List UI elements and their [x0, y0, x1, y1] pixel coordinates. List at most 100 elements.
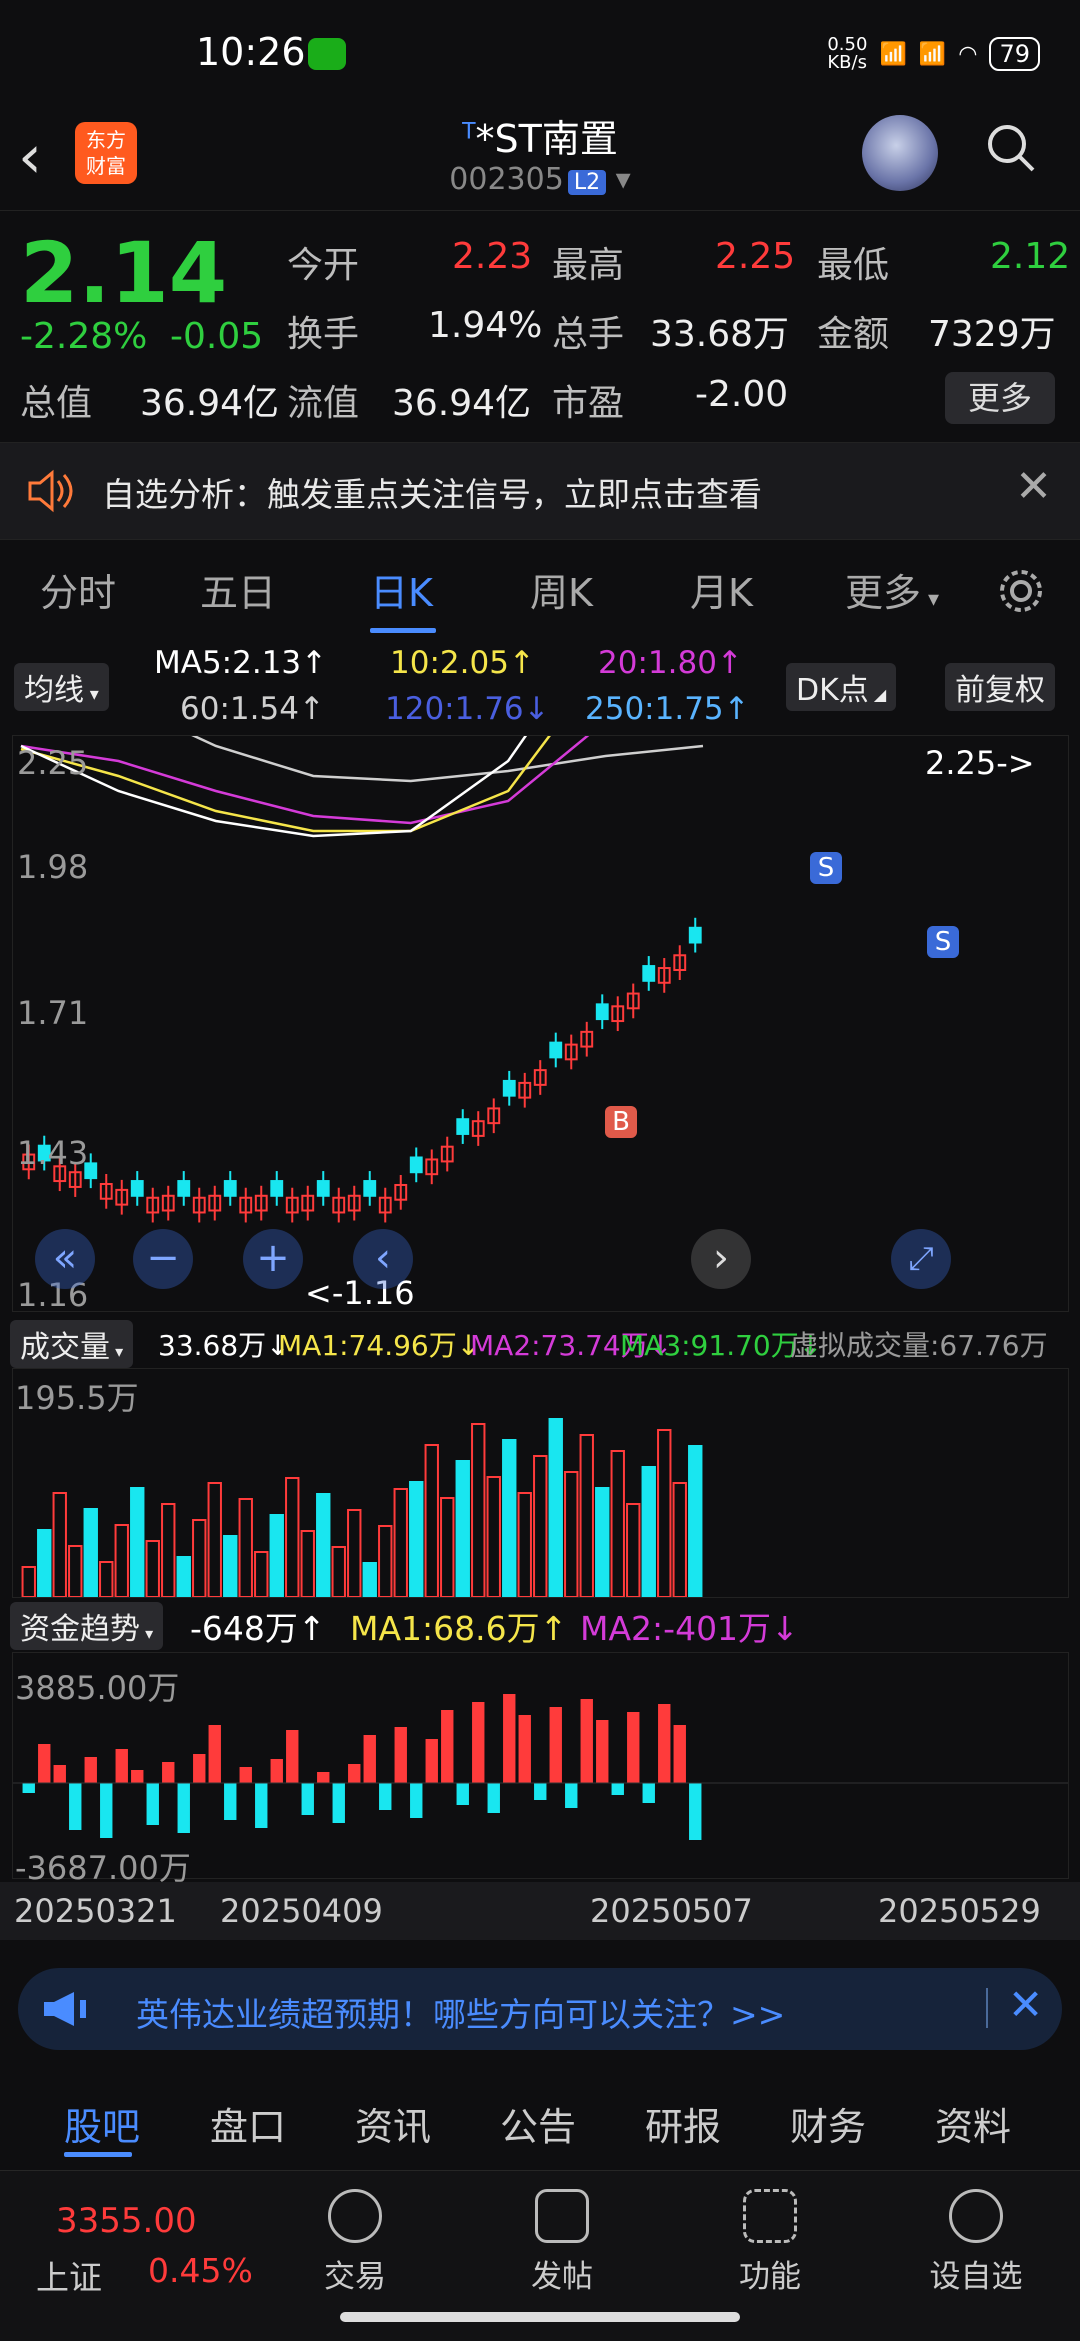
volume-bar: [207, 1482, 222, 1598]
nav-post[interactable]: 发帖: [492, 2179, 632, 2296]
fund-bar: [518, 1715, 531, 1783]
nav-post-label: 发帖: [531, 2259, 593, 2295]
candle-body: [316, 1180, 330, 1197]
volume-bar: [161, 1503, 176, 1598]
tab-daily-k[interactable]: 日K: [370, 562, 433, 617]
tab-research[interactable]: 研报: [645, 2096, 721, 2151]
volume-bar: [610, 1450, 625, 1598]
search-icon[interactable]: [985, 122, 1037, 174]
adjust-toggle[interactable]: 前复权: [945, 663, 1055, 711]
volume-bar: [238, 1498, 253, 1598]
status-bar: 10:26 0.50 KB/s 📶 📶 ◠ 79: [0, 0, 1080, 100]
high-value: 2.25: [715, 236, 796, 277]
fund-bar: [301, 1783, 314, 1815]
tab-more[interactable]: 更多 ▾: [845, 562, 939, 617]
tab-monthly-k[interactable]: 月K: [690, 562, 753, 617]
quote-panel: 2.14 -2.28% -0.05 总值 36.94亿 今开 2.23 最高 2…: [0, 212, 1080, 442]
nav-functions[interactable]: 功能: [700, 2179, 840, 2296]
candle-body: [456, 1118, 470, 1135]
ma-toggle[interactable]: 均线 ▾: [14, 663, 109, 711]
fund-bar: [642, 1783, 655, 1803]
fund-bar: [162, 1762, 175, 1783]
scroll-right-icon[interactable]: ›: [691, 1229, 751, 1289]
more-button[interactable]: 更多: [945, 372, 1055, 424]
sell-signal-badge-2[interactable]: S: [927, 926, 959, 958]
change-amount: -0.05: [170, 316, 264, 357]
y-label-3: 1.71: [17, 994, 89, 1032]
fund-value: -648万↑: [190, 1609, 326, 1648]
tab-finance[interactable]: 财务: [790, 2096, 866, 2151]
ma10-value: 10:2.05↑: [390, 645, 535, 681]
tab-announcement[interactable]: 公告: [500, 2096, 576, 2151]
assistant-avatar-icon[interactable]: [862, 115, 938, 191]
fund-toggle[interactable]: 资金趋势 ▾: [10, 1602, 164, 1650]
volume-bar: [672, 1482, 687, 1598]
volume-canvas: [21, 1418, 703, 1598]
scroll-left-icon[interactable]: ‹: [353, 1229, 413, 1289]
fund-bar: [596, 1720, 609, 1783]
network-speed: 0.50 KB/s: [827, 34, 868, 73]
change-percent: -2.28%: [20, 316, 148, 357]
rewind-icon[interactable]: «: [35, 1229, 95, 1289]
volume-bar: [595, 1487, 610, 1598]
virtual-volume: 虚拟成交量:67.76万: [790, 1329, 1048, 1362]
volume-bar: [626, 1503, 641, 1598]
fund-legend: 资金趋势 ▾ -648万↑ MA1:68.6万↑ MA2:-401万↓: [0, 1600, 1080, 1652]
tab-weekly-k[interactable]: 周K: [530, 562, 593, 617]
fund-chart[interactable]: 3885.00万 -3687.00万: [12, 1652, 1069, 1887]
sell-signal-badge[interactable]: S: [810, 852, 842, 884]
fund-bar: [317, 1772, 330, 1783]
tab-guba[interactable]: 股吧: [64, 2096, 140, 2151]
zoom-out-icon[interactable]: −: [133, 1229, 193, 1289]
fund-bar: [22, 1783, 35, 1793]
volume-bar: [347, 1509, 362, 1598]
news-text: 英伟达业绩超预期！哪些方向可以关注？>>: [136, 1995, 786, 2034]
volume-bar: [579, 1434, 594, 1598]
tab-profile[interactable]: 资料: [935, 2096, 1011, 2151]
volume-bar: [52, 1492, 67, 1598]
volume-bar: [440, 1497, 455, 1598]
index-value[interactable]: 3355.00: [56, 2201, 197, 2241]
nav-add-watchlist[interactable]: 设自选: [906, 2179, 1046, 2296]
market-cap-label: 总值: [20, 383, 93, 424]
volume-chart[interactable]: 195.5万: [12, 1368, 1069, 1598]
volume-ma1: MA1:74.96万↓: [278, 1329, 481, 1362]
fund-bar: [69, 1783, 82, 1830]
tab-news[interactable]: 资讯: [355, 2096, 431, 2151]
zoom-in-icon[interactable]: +: [243, 1229, 303, 1289]
candle-body: [502, 1079, 516, 1097]
fund-bar: [394, 1727, 407, 1783]
open-label: 今开: [287, 245, 360, 286]
close-icon[interactable]: ✕: [1008, 1980, 1043, 2029]
high-marker: 2.25->: [925, 744, 1035, 782]
tab-five-day[interactable]: 五日: [200, 562, 276, 617]
fund-bar: [239, 1767, 252, 1783]
pe-value: -2.00: [695, 374, 789, 415]
fund-bar: [580, 1699, 593, 1783]
open-value: 2.23: [452, 236, 533, 277]
tab-intraday[interactable]: 分时: [40, 562, 116, 617]
volume-bar: [37, 1529, 52, 1598]
buy-signal-badge[interactable]: B: [605, 1106, 637, 1138]
dk-point-toggle[interactable]: DK点 ◢: [786, 663, 897, 711]
kline-chart[interactable]: 2.25 1.98 1.71 1.43 1.16 2.25-> <-1.16 B…: [12, 510, 1069, 1314]
tab-pankou[interactable]: 盘口: [210, 2096, 286, 2151]
candle-body: [549, 1041, 563, 1059]
gear-icon[interactable]: [996, 566, 1046, 616]
active-tab-indicator: [370, 628, 436, 633]
volume-bar: [657, 1429, 672, 1598]
megaphone-icon: [44, 1992, 86, 2026]
volume-bar: [145, 1540, 160, 1598]
volume-bar: [502, 1439, 517, 1598]
wifi-icon: ◠: [958, 41, 978, 67]
fund-bar: [255, 1783, 268, 1828]
fund-bar: [208, 1725, 221, 1783]
close-icon[interactable]: ✕: [1015, 461, 1052, 512]
fullscreen-icon[interactable]: ⤢: [891, 1229, 951, 1289]
analysis-notice[interactable]: 自选分析：触发重点关注信号，立即点击查看 ✕: [0, 442, 1080, 540]
volume-toggle[interactable]: 成交量 ▾: [10, 1320, 134, 1368]
nav-trade[interactable]: 交易: [285, 2179, 425, 2296]
fund-bar: [627, 1712, 640, 1783]
fund-bar: [84, 1757, 97, 1783]
news-banner[interactable]: 英伟达业绩超预期！哪些方向可以关注？>> ✕: [18, 1968, 1062, 2050]
